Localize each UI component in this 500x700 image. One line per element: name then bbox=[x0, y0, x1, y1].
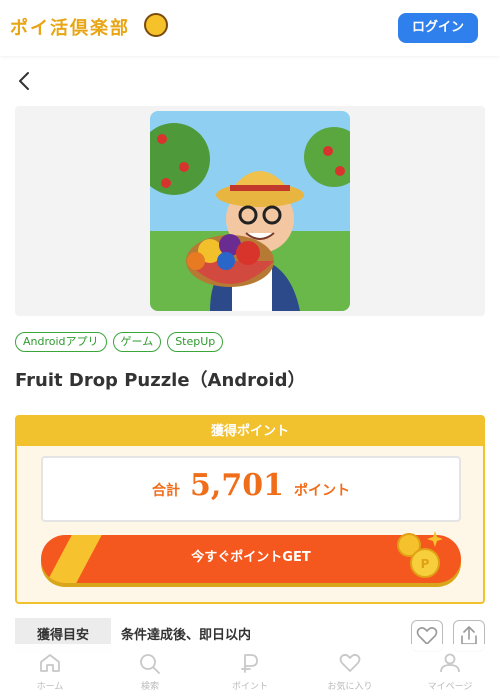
login-button[interactable]: ログイン bbox=[398, 13, 478, 43]
offer-image-panel bbox=[15, 106, 485, 316]
coins-icon: P bbox=[397, 531, 443, 578]
site-logo[interactable]: ポイ活倶楽部 bbox=[10, 14, 130, 40]
tab-search[interactable]: 検索 bbox=[100, 644, 200, 700]
tab-home[interactable]: ホーム bbox=[0, 644, 100, 700]
tag-stepup[interactable]: StepUp bbox=[167, 332, 224, 352]
points-unit: ポイント bbox=[293, 483, 350, 499]
tab-favorites-label: お気に入り bbox=[327, 682, 373, 692]
tab-mypage[interactable]: マイページ bbox=[400, 644, 500, 700]
tab-home-label: ホーム bbox=[36, 682, 64, 692]
search-icon bbox=[140, 654, 160, 674]
tab-points[interactable]: ポイント bbox=[200, 644, 300, 700]
tab-points-label: ポイント bbox=[231, 682, 268, 692]
home-icon bbox=[40, 654, 60, 672]
bottom-tab-bar: ホーム 検索 ポイント お気に入り マイページ bbox=[0, 644, 500, 700]
total-label: 合計 bbox=[152, 483, 181, 499]
total-points-value: 5,701 bbox=[190, 468, 284, 503]
app-header: ポイ活倶楽部 ログイン bbox=[0, 0, 500, 56]
tab-search-label: 検索 bbox=[140, 682, 159, 692]
tab-favorites[interactable]: お気に入り bbox=[300, 644, 400, 700]
tag-android-app[interactable]: Androidアプリ bbox=[15, 332, 107, 352]
back-icon[interactable] bbox=[16, 70, 36, 92]
points-icon bbox=[241, 654, 258, 673]
heart-icon bbox=[339, 653, 361, 672]
user-icon bbox=[440, 653, 460, 673]
svg-text:P: P bbox=[421, 557, 430, 571]
offer-app-icon bbox=[150, 111, 350, 311]
tag-game[interactable]: ゲーム bbox=[112, 332, 162, 352]
offer-title: Fruit Drop Puzzle（Android） bbox=[15, 370, 306, 391]
points-panel: 獲得ポイント 合計 5,701 ポイント 今すぐポイントGET P bbox=[15, 415, 485, 604]
points-header: 獲得ポイント bbox=[17, 417, 483, 446]
bee-logo-icon bbox=[144, 13, 168, 37]
get-points-label: 今すぐポイントGET bbox=[191, 550, 311, 565]
offer-tags: Androidアプリ ゲーム StepUp bbox=[15, 332, 224, 352]
total-points-box: 合計 5,701 ポイント bbox=[41, 456, 461, 522]
tab-mypage-label: マイページ bbox=[427, 682, 473, 692]
button-stripe bbox=[43, 535, 105, 583]
